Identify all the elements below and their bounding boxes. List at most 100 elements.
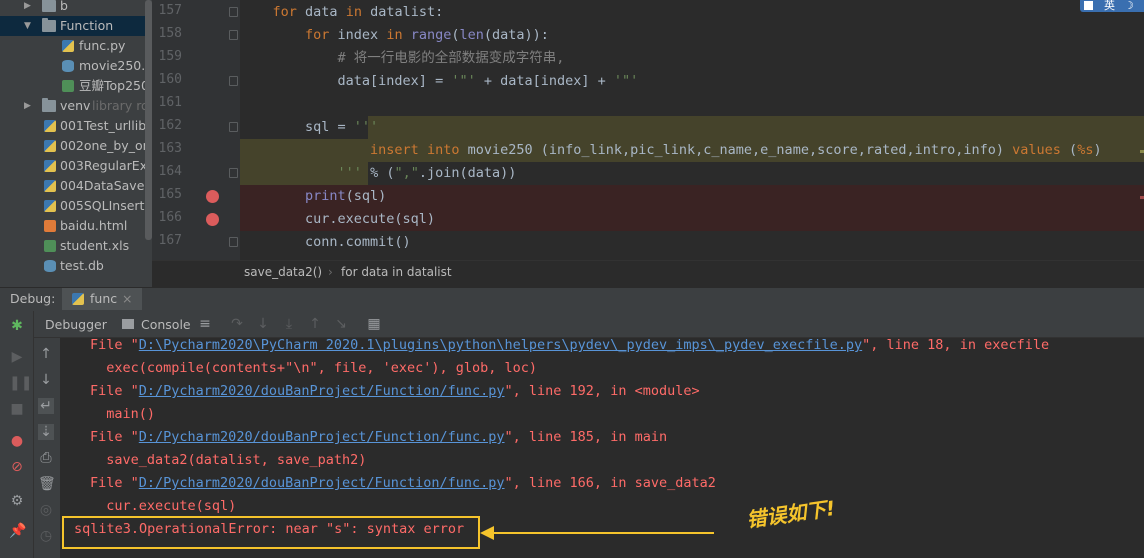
tree-item-baidu-html[interactable]: baidu.html (0, 216, 152, 236)
tree-item-label: movie250.db (79, 58, 152, 73)
print-icon[interactable]: ⎙ (38, 450, 54, 466)
code-line-159[interactable]: # 将一行电影的全部数据变成字符串, (240, 47, 1144, 70)
python-console-icon[interactable]: ◎ (38, 502, 54, 518)
pause-icon[interactable]: ❚❚ (9, 375, 32, 391)
code-line-166[interactable]: cur.execute(sql) (240, 208, 1144, 231)
tree-scrollbar[interactable] (145, 0, 152, 240)
database-file-icon (62, 60, 74, 72)
fold-marker-icon[interactable] (229, 7, 238, 17)
code-line-161[interactable] (240, 93, 1144, 116)
breadcrumb-item[interactable]: for data in datalist (341, 261, 452, 283)
clock-icon[interactable]: ◷ (38, 528, 54, 544)
tree-item-student-xls[interactable]: student.xls (0, 236, 152, 256)
tree-item-005sqlinsert[interactable]: 005SQLInsertDa (0, 196, 152, 216)
tree-item-label: baidu.html (60, 218, 128, 233)
arrow-down-icon[interactable]: ↓ (38, 372, 54, 388)
tree-item-test-db[interactable]: test.db (0, 256, 152, 276)
tree-item-label: func.py (79, 38, 126, 53)
breadcrumb: save_data2() › for data in datalist (152, 260, 1144, 283)
step-out-icon[interactable]: ↑ (307, 316, 323, 332)
tab-console[interactable]: Console (141, 311, 191, 338)
close-icon[interactable]: × (122, 288, 132, 310)
tree-item-function[interactable]: ▼ Function (0, 16, 152, 36)
input-method-indicator[interactable]: 英 ☽ (1080, 0, 1144, 12)
view-breakpoints-icon[interactable]: ● (9, 433, 25, 449)
settings-gear-icon[interactable]: ⚙ (9, 493, 25, 509)
code-line-162[interactable]: sql = ''' (240, 116, 1144, 139)
debug-config-name: func (90, 291, 118, 306)
folder-icon (42, 18, 56, 32)
line-number: 157 (158, 3, 182, 18)
breadcrumb-separator: › (328, 265, 333, 279)
stop-icon[interactable]: ■ (9, 401, 25, 417)
code-line-163[interactable]: insert into movie250 (info_link,pic_link… (240, 139, 1144, 162)
arrow-up-icon[interactable]: ↑ (38, 346, 54, 362)
evaluate-expression-icon[interactable]: ▦ (366, 316, 382, 332)
debug-config-tab[interactable]: func × (62, 288, 142, 310)
traceback-file-line: File "D:/Pycharm2020/douBanProject/Funct… (90, 475, 716, 491)
tree-item-003regular[interactable]: 003RegularExpr (0, 156, 152, 176)
step-into-icon[interactable]: ↓ (255, 316, 271, 332)
file-link[interactable]: D:/Pycharm2020/douBanProject/Function/fu… (139, 429, 505, 445)
debug-tabs-bar: Debugger Console ≡ ↷ ↓ ⤓ ↑ ↘ ▦ (0, 311, 1144, 338)
file-link[interactable]: D:/Pycharm2020/douBanProject/Function/fu… (139, 383, 505, 399)
editor-gutter[interactable]: 157 158 159 160 161 162 163 164 165 166 … (152, 0, 240, 260)
tree-item-004datasave[interactable]: 004DataSave.py (0, 176, 152, 196)
fold-marker-icon[interactable] (229, 168, 238, 178)
soft-wrap-icon[interactable]: ↵ (38, 398, 54, 414)
fold-marker-icon[interactable] (229, 76, 238, 86)
debug-window-header: Debug: func × (0, 287, 1144, 311)
code-editor[interactable]: 157 158 159 160 161 162 163 164 165 166 … (152, 0, 1144, 260)
tree-item-001test[interactable]: 001Test_urllib_b (0, 116, 152, 136)
mute-breakpoints-icon[interactable]: ⊘ (9, 459, 25, 475)
line-number: 159 (158, 49, 182, 64)
fold-marker-icon[interactable] (229, 237, 238, 247)
traceback-file-line: File "D:/Pycharm2020/douBanProject/Funct… (90, 383, 700, 399)
python-file-icon (44, 120, 56, 132)
breadcrumb-item[interactable]: save_data2() (244, 261, 322, 283)
step-over-icon[interactable]: ↷ (229, 316, 245, 332)
line-number: 161 (158, 95, 182, 110)
python-file-icon (44, 180, 56, 192)
console-side-toolbar: ↑ ↓ ↵ ⇣ ⎙ 🗑 ◎ ◷ (34, 338, 60, 558)
tree-item-002one[interactable]: 002one_by_one_ (0, 136, 152, 156)
tree-item-label: test.db (60, 258, 104, 273)
tree-item-b[interactable]: ▶ b (0, 0, 152, 16)
file-link[interactable]: D:\Pycharm2020\PyCharm 2020.1\plugins\py… (139, 338, 862, 353)
debug-bug-icon[interactable]: ✱ (9, 318, 25, 334)
code-line-165[interactable]: print(sql) (240, 185, 1144, 208)
code-line-160[interactable]: data[index] = '"' + data[index] + '"' (240, 70, 1144, 93)
code-line-164[interactable]: ''' % (",".join(data)) (240, 162, 1144, 185)
chevron-down-icon[interactable]: ▼ (24, 16, 31, 36)
fold-marker-icon[interactable] (229, 30, 238, 40)
chevron-right-icon[interactable]: ▶ (24, 0, 31, 16)
tab-debugger[interactable]: Debugger (45, 311, 107, 338)
tree-item-movie250-db[interactable]: movie250.db (0, 56, 152, 76)
scroll-to-end-icon[interactable]: ⇣ (38, 424, 54, 440)
breakpoint-icon[interactable] (206, 213, 219, 226)
error-highlight-box (62, 516, 480, 549)
menu-icon[interactable]: ≡ (197, 316, 213, 332)
pin-icon[interactable]: 📌 (9, 523, 26, 539)
tree-item-label: 003RegularExpr (60, 158, 152, 173)
code-line-157[interactable]: for data in datalist: (240, 1, 1144, 24)
code-line-158[interactable]: for index in range(len(data)): (240, 24, 1144, 47)
chevron-right-icon[interactable]: ▶ (24, 96, 31, 116)
trash-icon[interactable]: 🗑 (38, 476, 56, 492)
resume-icon[interactable]: ▶ (9, 349, 25, 365)
tree-item-venv[interactable]: ▶ venv library roo (0, 96, 152, 116)
fold-marker-icon[interactable] (229, 122, 238, 132)
project-tree-panel: ▶ b ▼ Function func.py movie250.db 豆瓣Top… (0, 0, 152, 287)
tree-item-func-py[interactable]: func.py (0, 36, 152, 56)
code-line-167[interactable]: conn.commit() (240, 231, 1144, 254)
python-file-icon (44, 140, 56, 152)
step-into-my-code-icon[interactable]: ⤓ (281, 316, 297, 332)
annotation-arrow-line (482, 532, 714, 534)
tree-item-douban-xls[interactable]: 豆瓣Top250.x (0, 76, 152, 96)
breakpoint-icon[interactable] (206, 190, 219, 203)
traceback-file-line: File "D:\Pycharm2020\PyCharm 2020.1\plug… (90, 338, 1050, 353)
debug-console[interactable]: File "D:\Pycharm2020\PyCharm 2020.1\plug… (60, 338, 1144, 558)
python-file-icon (44, 200, 56, 212)
run-to-cursor-icon[interactable]: ↘ (333, 316, 349, 332)
file-link[interactable]: D:/Pycharm2020/douBanProject/Function/fu… (139, 475, 505, 491)
